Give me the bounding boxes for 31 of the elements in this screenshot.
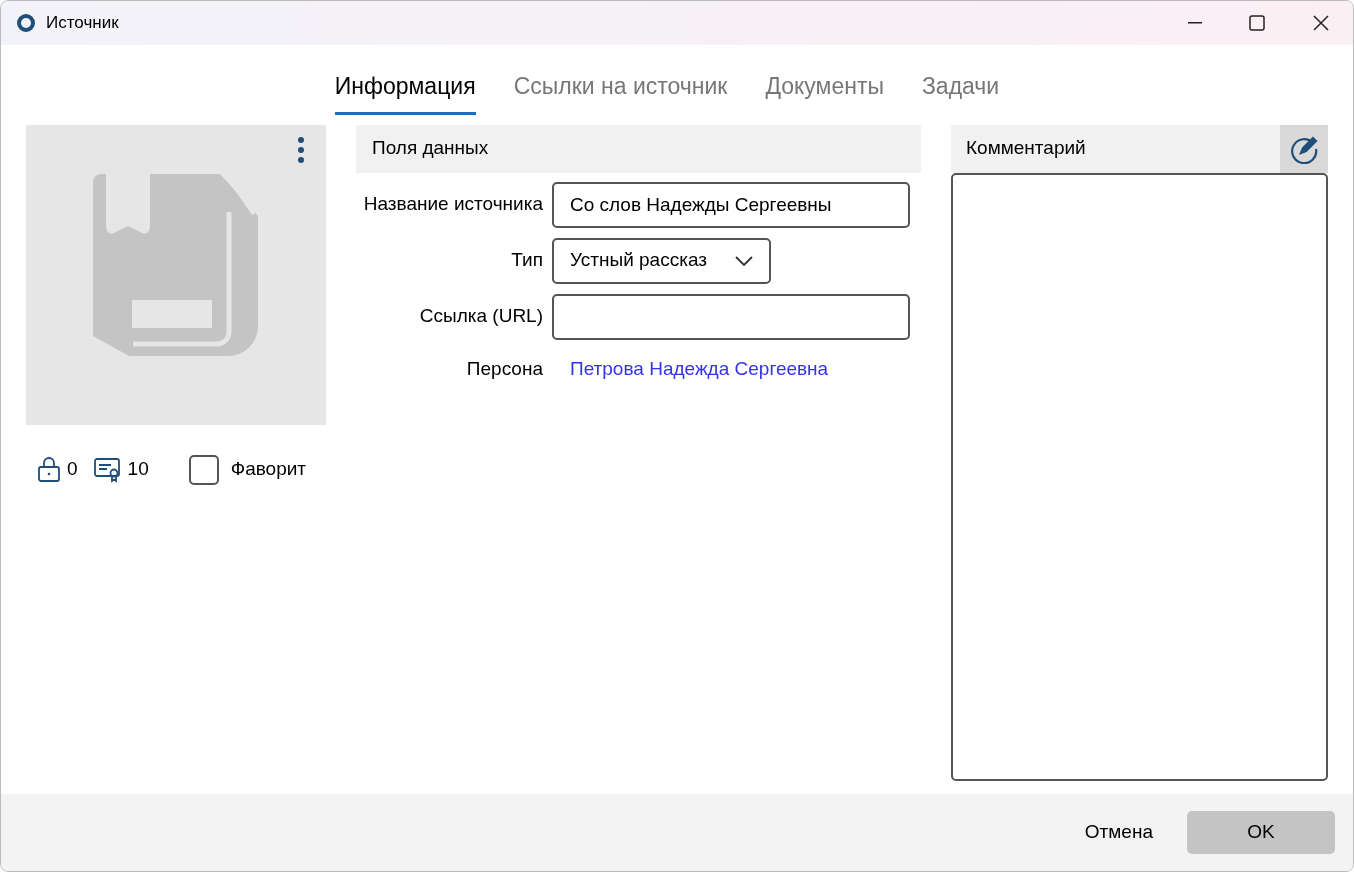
app-logo-icon	[16, 13, 36, 33]
window-title: Источник	[46, 12, 119, 35]
minimize-icon	[1188, 22, 1202, 24]
person-link[interactable]: Петрова Надежда Сергеевна	[552, 355, 829, 384]
field-label: Название источника	[362, 192, 544, 217]
certificate-icon	[93, 456, 122, 483]
tab[interactable]: Информация	[334, 69, 476, 115]
cancel-button[interactable]: Отмена	[1084, 811, 1153, 854]
lock-icon	[37, 456, 61, 483]
tab[interactable]: Ссылки на источник	[513, 69, 728, 115]
ok-button[interactable]: OK	[1187, 811, 1335, 854]
text-field[interactable]: Со слов Надежды Сергеевны	[552, 181, 910, 228]
more-vertical-icon	[297, 135, 305, 164]
comment-field[interactable]	[951, 172, 1328, 781]
chevron-down-icon	[735, 255, 753, 266]
maximize-icon	[1249, 15, 1265, 31]
section-title: Поля данных	[372, 136, 489, 161]
type-dropdown[interactable]: Устный рассказ	[552, 237, 771, 284]
close-icon	[1313, 15, 1329, 31]
tab[interactable]: Документы	[765, 69, 884, 115]
favorite-label: Фаворит	[230, 457, 307, 482]
field-label: Тип	[510, 248, 544, 273]
field-label: Ссылка (URL)	[418, 304, 544, 329]
count-text: 0	[67, 457, 78, 482]
edit-button[interactable]	[1280, 124, 1328, 173]
comment-title: Комментарий	[966, 136, 1087, 161]
text-field[interactable]	[552, 293, 910, 340]
tab[interactable]: Задачи	[921, 69, 1000, 115]
count-text: 10	[127, 457, 149, 482]
favorite-checkbox[interactable]	[188, 454, 219, 485]
field-label: Персона	[465, 357, 544, 382]
